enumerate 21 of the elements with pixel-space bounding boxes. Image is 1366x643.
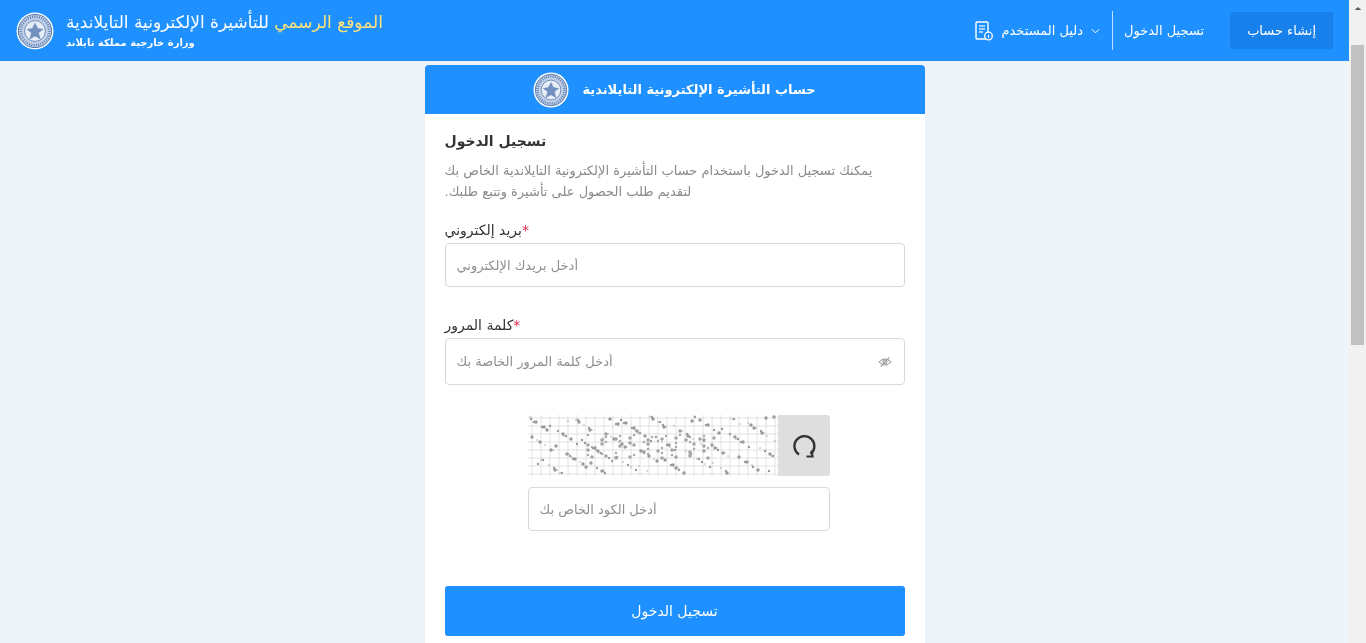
refresh-icon xyxy=(790,432,817,459)
scrollbar[interactable] xyxy=(1349,0,1366,643)
eye-slash-icon[interactable] xyxy=(877,356,892,368)
login-button[interactable]: تسجيل الدخول xyxy=(444,586,905,636)
field-label: * بريد إلكتروني xyxy=(444,221,529,241)
site-title: الموقع الرسمي للتأشيرة الإلكترونية التايلاندية xyxy=(66,11,383,33)
guide-menu-button[interactable]: دليل المستخدم xyxy=(975,11,1113,50)
scroll-up-arrow-icon[interactable] xyxy=(1353,6,1362,11)
login-link[interactable]: تسجيل الدخول xyxy=(1124,23,1205,38)
create-account-button[interactable]: إنشاء حساب xyxy=(1230,12,1333,49)
seal-logo xyxy=(16,11,54,50)
scrollbar-thumb[interactable] xyxy=(1351,45,1364,345)
refresh-button[interactable] xyxy=(777,415,830,476)
seal-logo xyxy=(533,71,570,108)
book-icon xyxy=(975,20,994,41)
field-label: * كلمة المرور xyxy=(444,316,521,336)
chevron-down-icon xyxy=(1091,27,1100,34)
form-description: يمكنك تسجيل الدخول باستخدام حساب التأشيرة الإلكترونية التايلاندية الخاص بك لتقديم طلب الحصول على تأشيرة وتتبع طلبك. xyxy=(444,160,874,202)
card-title: حساب التأشيرة الإلكترونية التايلاندية xyxy=(582,82,816,97)
site-subtitle: وزارة خارجية مملكة تايلاند xyxy=(66,36,195,50)
form-heading: تسجيل الدخول xyxy=(444,132,548,152)
